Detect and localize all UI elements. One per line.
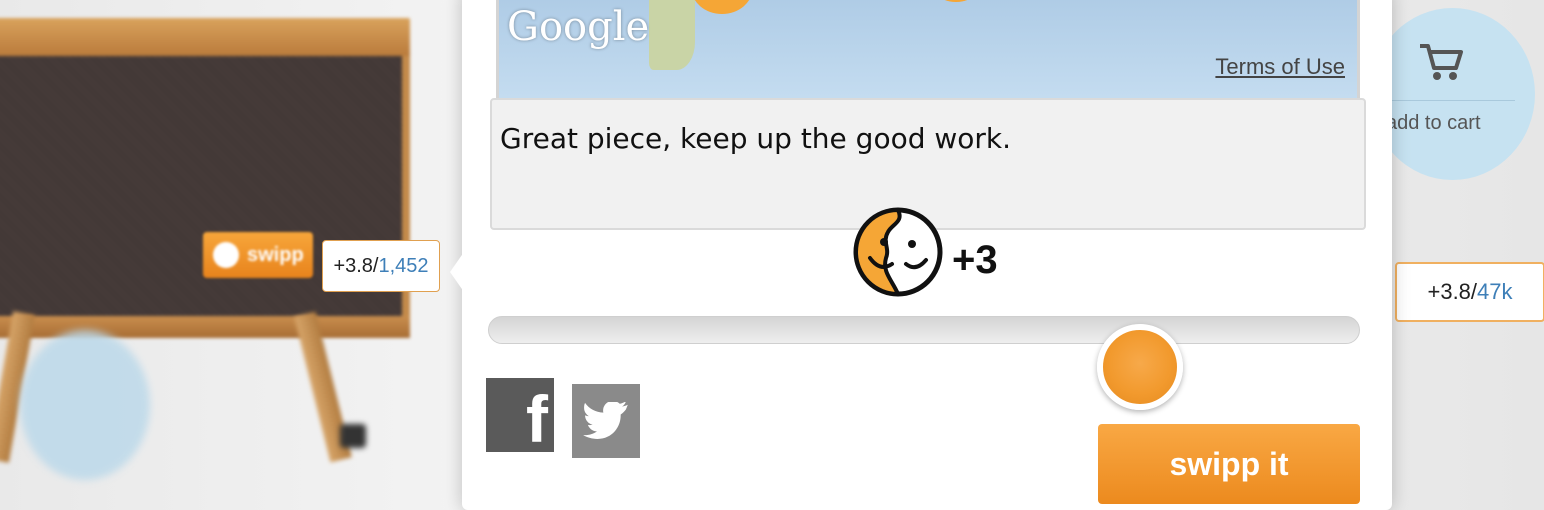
comment-text: Great piece, keep up the good work.: [500, 122, 1012, 155]
add-to-cart-circle[interactable]: [1370, 8, 1535, 180]
swipp-face-icon: [853, 207, 943, 297]
rating-slider-handle[interactable]: [1097, 324, 1183, 410]
speaker-top: [0, 18, 410, 58]
speaker-foot: [340, 424, 366, 448]
google-logo: Google: [507, 4, 650, 50]
facebook-icon: f: [526, 382, 548, 452]
score-total: 47k: [1477, 279, 1513, 304]
swipp-it-button[interactable]: swipp it: [1098, 424, 1360, 504]
score-value: +3.8/: [333, 254, 379, 277]
map-land: [649, 0, 695, 70]
swipp-badge-button[interactable]: swipp: [203, 232, 313, 278]
terms-of-use-link[interactable]: Terms of Use: [1215, 54, 1345, 80]
score-value: +3.8/: [1427, 279, 1478, 304]
rating-slider-track[interactable]: [488, 316, 1360, 344]
score-bubble-right: +3.8/47k: [1395, 262, 1544, 322]
twitter-icon: [583, 402, 628, 439]
panel-pointer: [450, 252, 464, 292]
facebook-share-button[interactable]: f: [486, 378, 554, 452]
add-to-cart-label: add to cart: [1386, 112, 1481, 134]
map-widget[interactable]: Google Terms of Use: [496, 0, 1360, 101]
blurred-action-circle: [20, 330, 150, 480]
swipp-badge-label: swipp: [247, 243, 304, 266]
map-marker[interactable]: [939, 0, 973, 2]
cart-divider: [1385, 100, 1515, 101]
swipp-logo-icon: [213, 242, 239, 268]
twitter-share-button[interactable]: [572, 384, 640, 458]
score-total: 1,452: [378, 254, 429, 277]
score-bubble-left: +3.8/1,452: [322, 240, 440, 292]
map-marker[interactable]: [691, 0, 753, 14]
cart-icon: [1420, 44, 1463, 80]
rating-value: +3: [952, 238, 998, 282]
